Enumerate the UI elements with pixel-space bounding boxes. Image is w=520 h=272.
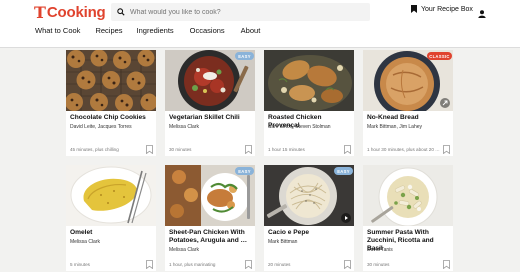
- easy-badge: EASY: [235, 52, 254, 60]
- recipe-card[interactable]: Omelet Melissa Clark 5 minutes: [66, 165, 156, 271]
- recipe-card[interactable]: Summer Pasta With Zucchini, Ricotta and …: [363, 165, 453, 271]
- recipe-author: Melissa Clark: [70, 239, 101, 245]
- recipe-time: 30 minutes: [367, 262, 390, 267]
- recipe-time: 1 hour, plus marinating: [169, 262, 216, 267]
- easy-badge: EASY: [235, 167, 254, 175]
- recipe-box-link[interactable]: Your Recipe Box: [411, 5, 473, 13]
- main-nav: What to Cook Recipes Ingredients Occasio…: [35, 26, 260, 35]
- easy-badge: EASY: [334, 167, 353, 175]
- bookmark-save-icon[interactable]: [344, 145, 351, 154]
- nav-about[interactable]: About: [241, 26, 261, 35]
- user-icon: [478, 10, 486, 18]
- classic-badge: CLASSIC: [427, 52, 452, 60]
- recipe-author: Melissa Clark: [169, 247, 200, 253]
- recipe-card[interactable]: EASY Vegetarian Skillet Chili Melissa Cl…: [165, 50, 255, 156]
- expand-arrow-icon[interactable]: [440, 98, 450, 108]
- bookmark-save-icon[interactable]: [443, 260, 450, 269]
- recipe-image-cookies[interactable]: [66, 50, 156, 111]
- recipe-author: Sam Sifton, Steven Stolman: [268, 124, 331, 130]
- recipe-title[interactable]: Omelet: [70, 229, 154, 237]
- account-button[interactable]: [478, 5, 486, 23]
- recipe-author: Melissa Clark: [169, 124, 200, 130]
- search-input[interactable]: [130, 8, 360, 16]
- recipe-author: David Tanis: [367, 247, 393, 253]
- logo-text: Cooking: [46, 3, 106, 21]
- search-icon: [117, 8, 125, 16]
- recipe-time: 1 hour 15 minutes: [268, 147, 305, 152]
- recipe-author: David Leite, Jacques Torres: [70, 124, 132, 130]
- bookmark-save-icon[interactable]: [146, 260, 153, 269]
- bookmark-save-icon[interactable]: [146, 145, 153, 154]
- site-header: T Cooking Your Recipe Box What to Cook R…: [0, 0, 520, 48]
- recipe-title[interactable]: No-Knead Bread: [367, 114, 451, 122]
- bookmark-save-icon[interactable]: [245, 145, 252, 154]
- recipe-card[interactable]: Chocolate Chip Cookies David Leite, Jacq…: [66, 50, 156, 156]
- recipe-time: 5 minutes: [70, 262, 90, 267]
- nav-what-to-cook[interactable]: What to Cook: [35, 26, 80, 35]
- recipe-title[interactable]: Vegetarian Skillet Chili: [169, 114, 253, 122]
- nav-ingredients[interactable]: Ingredients: [137, 26, 174, 35]
- nav-occasions[interactable]: Occasions: [190, 26, 225, 35]
- recipe-card[interactable]: CLASSIC No-Knead Bread Mark Bittman, Jim…: [363, 50, 453, 156]
- recipe-card[interactable]: Roasted Chicken Provençal Sam Sifton, St…: [264, 50, 354, 156]
- recipe-image-chicken[interactable]: [264, 50, 354, 111]
- cooking-logo[interactable]: T Cooking: [34, 2, 106, 22]
- recipe-time: 20 minutes: [268, 262, 291, 267]
- recipe-card[interactable]: EASY Sheet-Pan Chicken With Potatoes, Ar…: [165, 165, 255, 271]
- bookmark-save-icon[interactable]: [344, 260, 351, 269]
- play-video-icon[interactable]: [341, 213, 351, 223]
- nyt-t-logo-icon: T: [34, 2, 46, 22]
- recipe-image-summer-pasta[interactable]: [363, 165, 453, 226]
- recipe-title[interactable]: Chocolate Chip Cookies: [70, 114, 154, 122]
- recipe-title[interactable]: Sheet-Pan Chicken With Potatoes, Arugula…: [169, 229, 251, 245]
- bookmark-save-icon[interactable]: [245, 260, 252, 269]
- recipe-box-label: Your Recipe Box: [421, 5, 473, 13]
- recipe-image-omelet[interactable]: [66, 165, 156, 226]
- recipe-time: 30 minutes: [169, 147, 192, 152]
- bookmark-icon: [411, 5, 417, 13]
- recipe-time: 45 minutes, plus chilling: [70, 147, 119, 152]
- nav-recipes[interactable]: Recipes: [95, 26, 122, 35]
- recipe-card[interactable]: EASY Cacio e Pepe Mark Bittman 20 minute…: [264, 165, 354, 271]
- search-bar[interactable]: [111, 3, 370, 21]
- recipe-author: Mark Bittman, Jim Lahey: [367, 124, 423, 130]
- bookmark-save-icon[interactable]: [443, 145, 450, 154]
- recipe-author: Mark Bittman: [268, 239, 298, 245]
- recipe-time: 1 hour 30 minutes, plus about 20 …: [367, 147, 440, 152]
- recipe-title[interactable]: Cacio e Pepe: [268, 229, 352, 237]
